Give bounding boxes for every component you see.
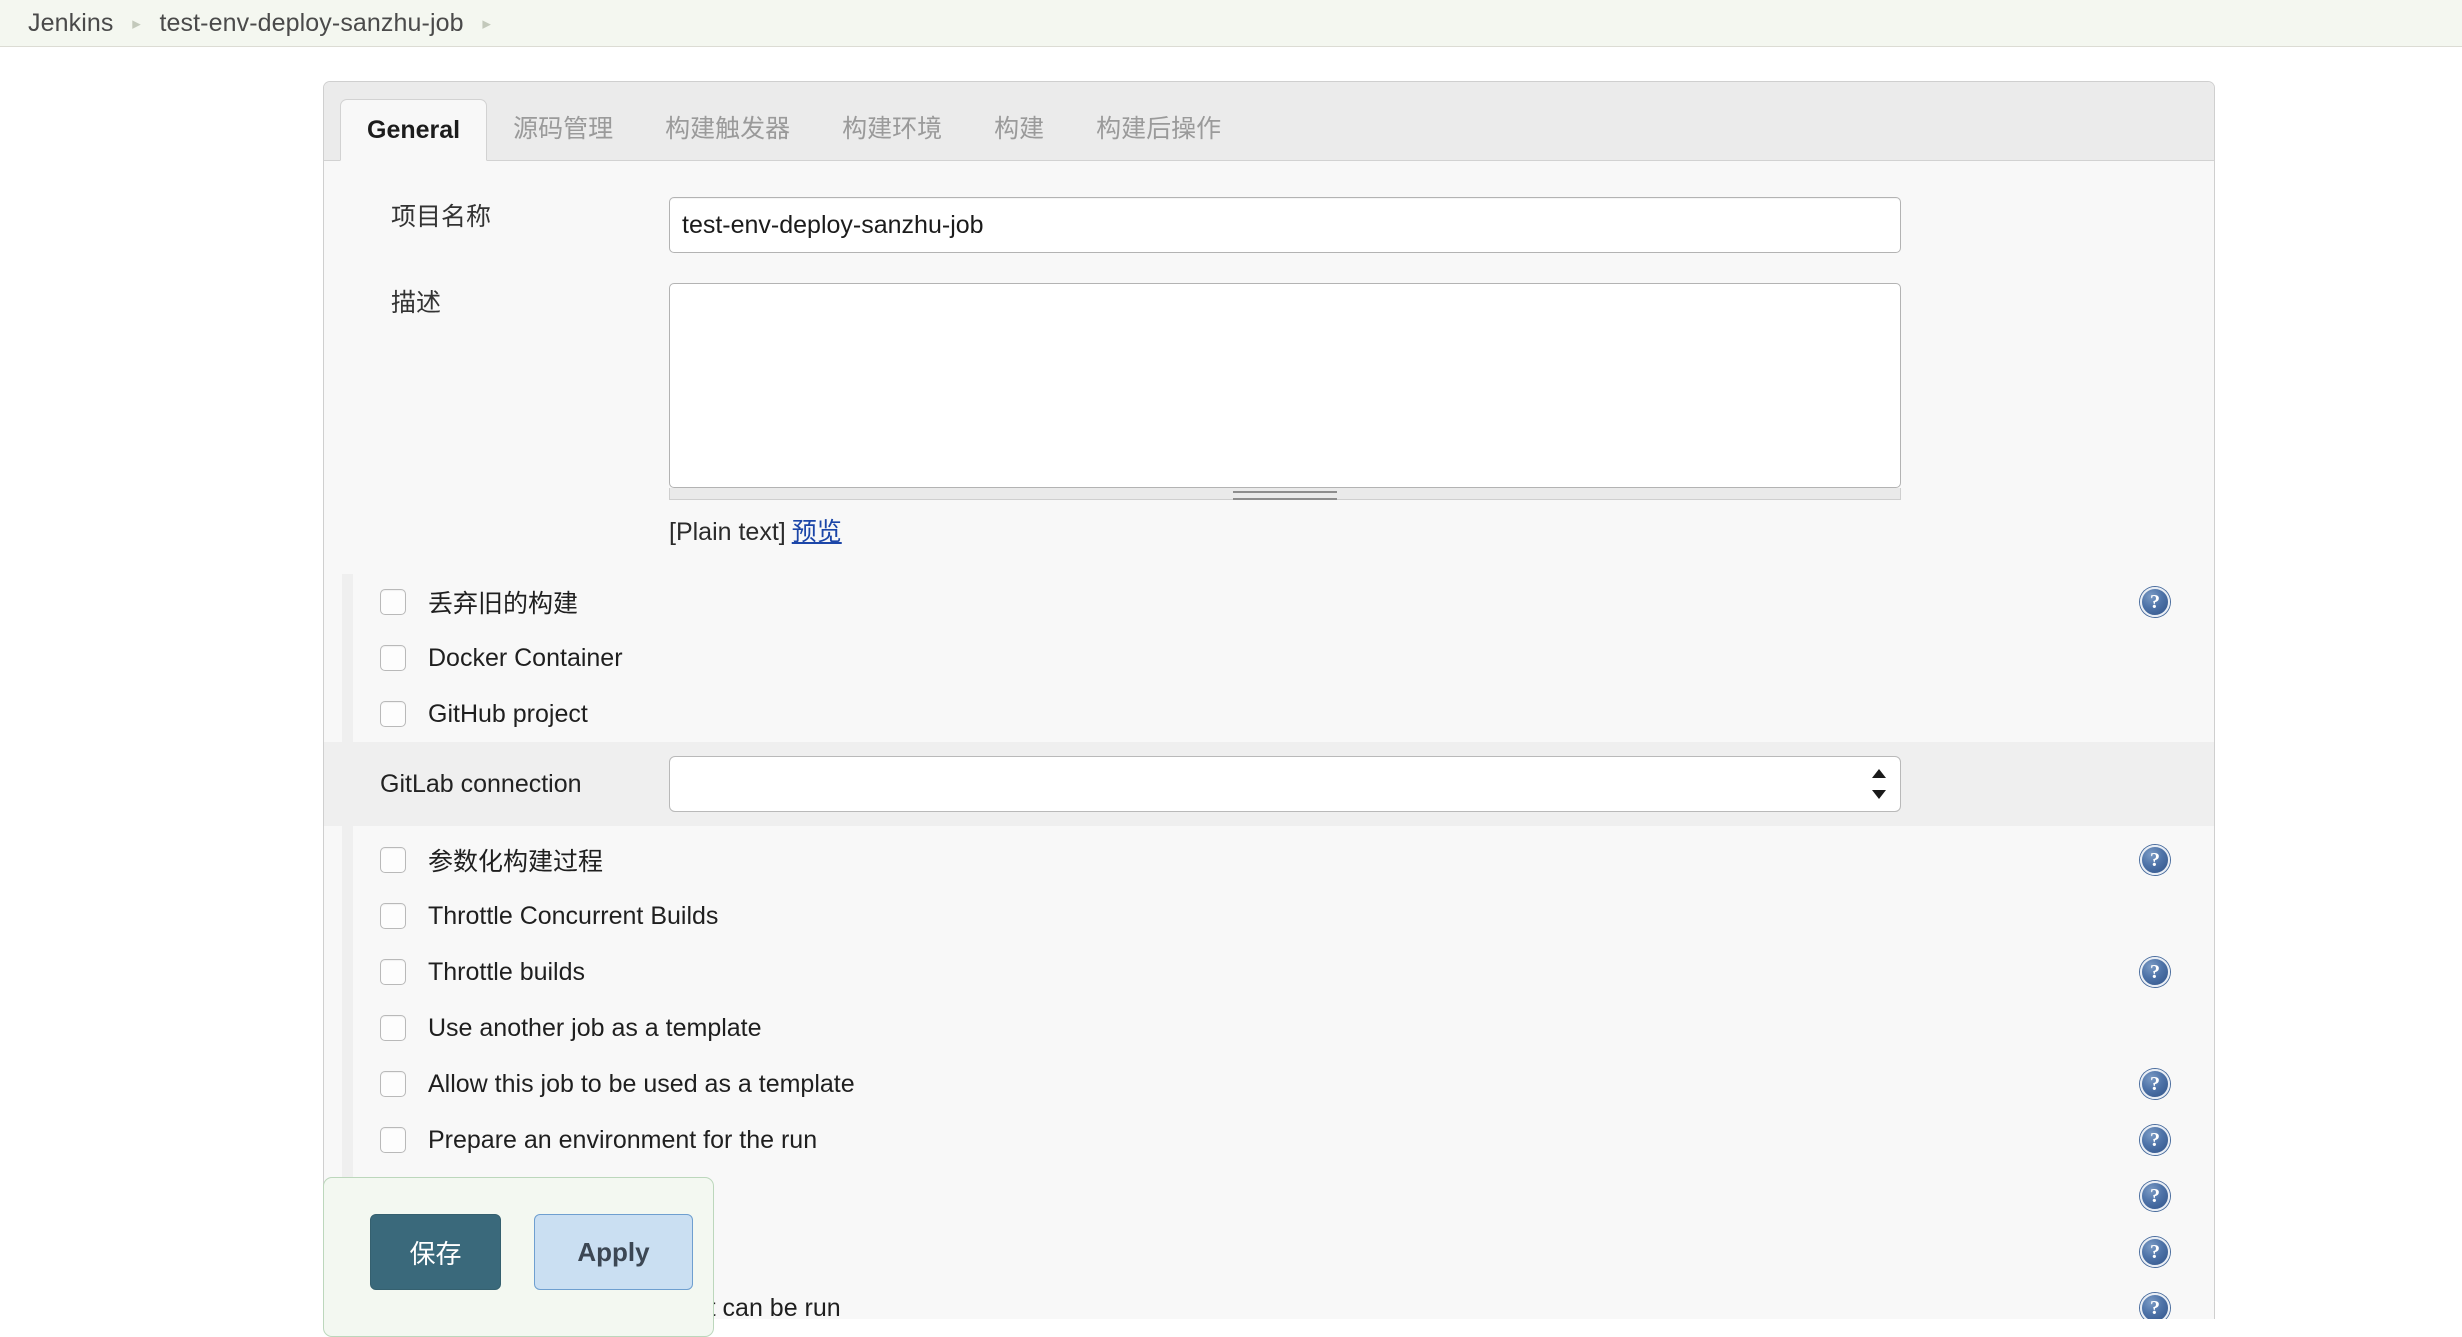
gitlab-connection-row: GitLab connection — [324, 742, 2214, 826]
description-row: 描述 [Plain text] 预览 — [324, 283, 2214, 548]
option-label-discard-old-builds[interactable]: 丢弃旧的构建 — [428, 584, 578, 620]
textarea-resize-handle[interactable] — [669, 488, 1901, 500]
plain-text-label: [Plain text] — [669, 518, 786, 546]
save-button[interactable]: 保存 — [370, 1214, 501, 1290]
checkbox-github-project[interactable] — [380, 701, 406, 727]
floating-save-bar: 保存 Apply — [323, 1177, 714, 1337]
checkbox-allow-job-as-template[interactable] — [380, 1071, 406, 1097]
option-row-parameterized-build: 参数化构建过程 ? — [324, 832, 2214, 888]
description-label: 描述 — [391, 289, 442, 317]
checkbox-throttle-builds[interactable] — [380, 959, 406, 985]
breadcrumb-item-jenkins[interactable]: Jenkins — [28, 9, 113, 38]
help-icon-concurrent-builds[interactable]: ? — [2140, 1237, 2170, 1267]
description-format-note: [Plain text] 预览 — [669, 512, 2214, 548]
project-name-field-wrap — [669, 197, 2214, 253]
help-icon-throttle-builds[interactable]: ? — [2140, 957, 2170, 987]
option-row-discard-old-builds: 丢弃旧的构建 ? — [324, 574, 2214, 630]
tab-build-environment[interactable]: 构建环境 — [816, 98, 968, 160]
checkbox-parameterized-build[interactable] — [380, 847, 406, 873]
breadcrumb-item-job[interactable]: test-env-deploy-sanzhu-job — [159, 9, 463, 38]
checkbox-prepare-environment[interactable] — [380, 1127, 406, 1153]
option-row-docker-container: Docker Container — [324, 630, 2214, 686]
tab-build-triggers[interactable]: 构建触发器 — [639, 98, 816, 160]
tab-source-code-management[interactable]: 源码管理 — [487, 98, 639, 160]
help-icon-restrict-where-run[interactable]: ? — [2140, 1293, 2170, 1319]
option-row-prepare-environment: Prepare an environment for the run ? — [324, 1112, 2214, 1168]
description-preview-link[interactable]: 预览 — [792, 518, 842, 546]
project-name-row: 项目名称 — [324, 197, 2214, 253]
checkbox-docker-container[interactable] — [380, 645, 406, 671]
project-name-input[interactable] — [669, 197, 1901, 253]
tab-post-build-actions[interactable]: 构建后操作 — [1070, 98, 1247, 160]
option-label-use-another-job-as-template[interactable]: Use another job as a template — [428, 1014, 762, 1043]
option-label-parameterized-build[interactable]: 参数化构建过程 — [428, 842, 603, 878]
help-icon-disable-build[interactable]: ? — [2140, 1181, 2170, 1211]
option-row-use-another-job-as-template: Use another job as a template — [324, 1000, 2214, 1056]
help-icon-prepare-environment[interactable]: ? — [2140, 1125, 2170, 1155]
option-row-github-project: GitHub project — [324, 686, 2214, 742]
checkbox-use-another-job-as-template[interactable] — [380, 1015, 406, 1041]
description-field-wrap: [Plain text] 预览 — [669, 283, 2214, 548]
option-label-allow-job-as-template[interactable]: Allow this job to be used as a template — [428, 1070, 855, 1099]
option-label-docker-container[interactable]: Docker Container — [428, 644, 623, 673]
config-tab-bar: General 源码管理 构建触发器 构建环境 构建 构建后操作 — [324, 82, 2214, 161]
gitlab-connection-select[interactable] — [669, 756, 1901, 812]
option-label-prepare-environment[interactable]: Prepare an environment for the run — [428, 1126, 817, 1155]
breadcrumb-separator-icon: ▸ — [132, 13, 141, 33]
help-icon-parameterized-build[interactable]: ? — [2140, 845, 2170, 875]
description-textarea[interactable] — [669, 283, 1901, 488]
option-label-throttle-concurrent-builds[interactable]: Throttle Concurrent Builds — [428, 902, 718, 931]
project-name-label: 项目名称 — [391, 203, 492, 231]
option-label-throttle-builds[interactable]: Throttle builds — [428, 958, 585, 987]
select-spinner-icon — [1872, 769, 1886, 799]
breadcrumb: Jenkins ▸ test-env-deploy-sanzhu-job ▸ — [0, 0, 2462, 47]
help-icon-discard-old-builds[interactable]: ? — [2140, 587, 2170, 617]
checkbox-discard-old-builds[interactable] — [380, 589, 406, 615]
apply-button[interactable]: Apply — [534, 1214, 693, 1290]
tab-build[interactable]: 构建 — [968, 98, 1070, 160]
tab-general[interactable]: General — [340, 99, 488, 161]
general-form: 项目名称 描述 [Plain text]预览 — [324, 197, 2214, 1319]
gitlab-connection-label: GitLab connection — [380, 769, 582, 798]
spinner-down-icon — [1872, 790, 1886, 799]
option-row-throttle-builds: Throttle builds ? — [324, 944, 2214, 1000]
page-body: General 源码管理 构建触发器 构建环境 构建 构建后操作 项目名称 描述 — [0, 47, 2462, 1337]
job-config-panel: General 源码管理 构建触发器 构建环境 构建 构建后操作 项目名称 描述 — [323, 81, 2215, 1319]
option-row-allow-job-as-template: Allow this job to be used as a template … — [324, 1056, 2214, 1112]
spinner-up-icon — [1872, 769, 1886, 778]
help-icon-allow-job-as-template[interactable]: ? — [2140, 1069, 2170, 1099]
option-label-github-project[interactable]: GitHub project — [428, 700, 588, 729]
checkbox-throttle-concurrent-builds[interactable] — [380, 903, 406, 929]
breadcrumb-separator-icon-2: ▸ — [482, 13, 491, 33]
option-row-throttle-concurrent-builds: Throttle Concurrent Builds — [324, 888, 2214, 944]
